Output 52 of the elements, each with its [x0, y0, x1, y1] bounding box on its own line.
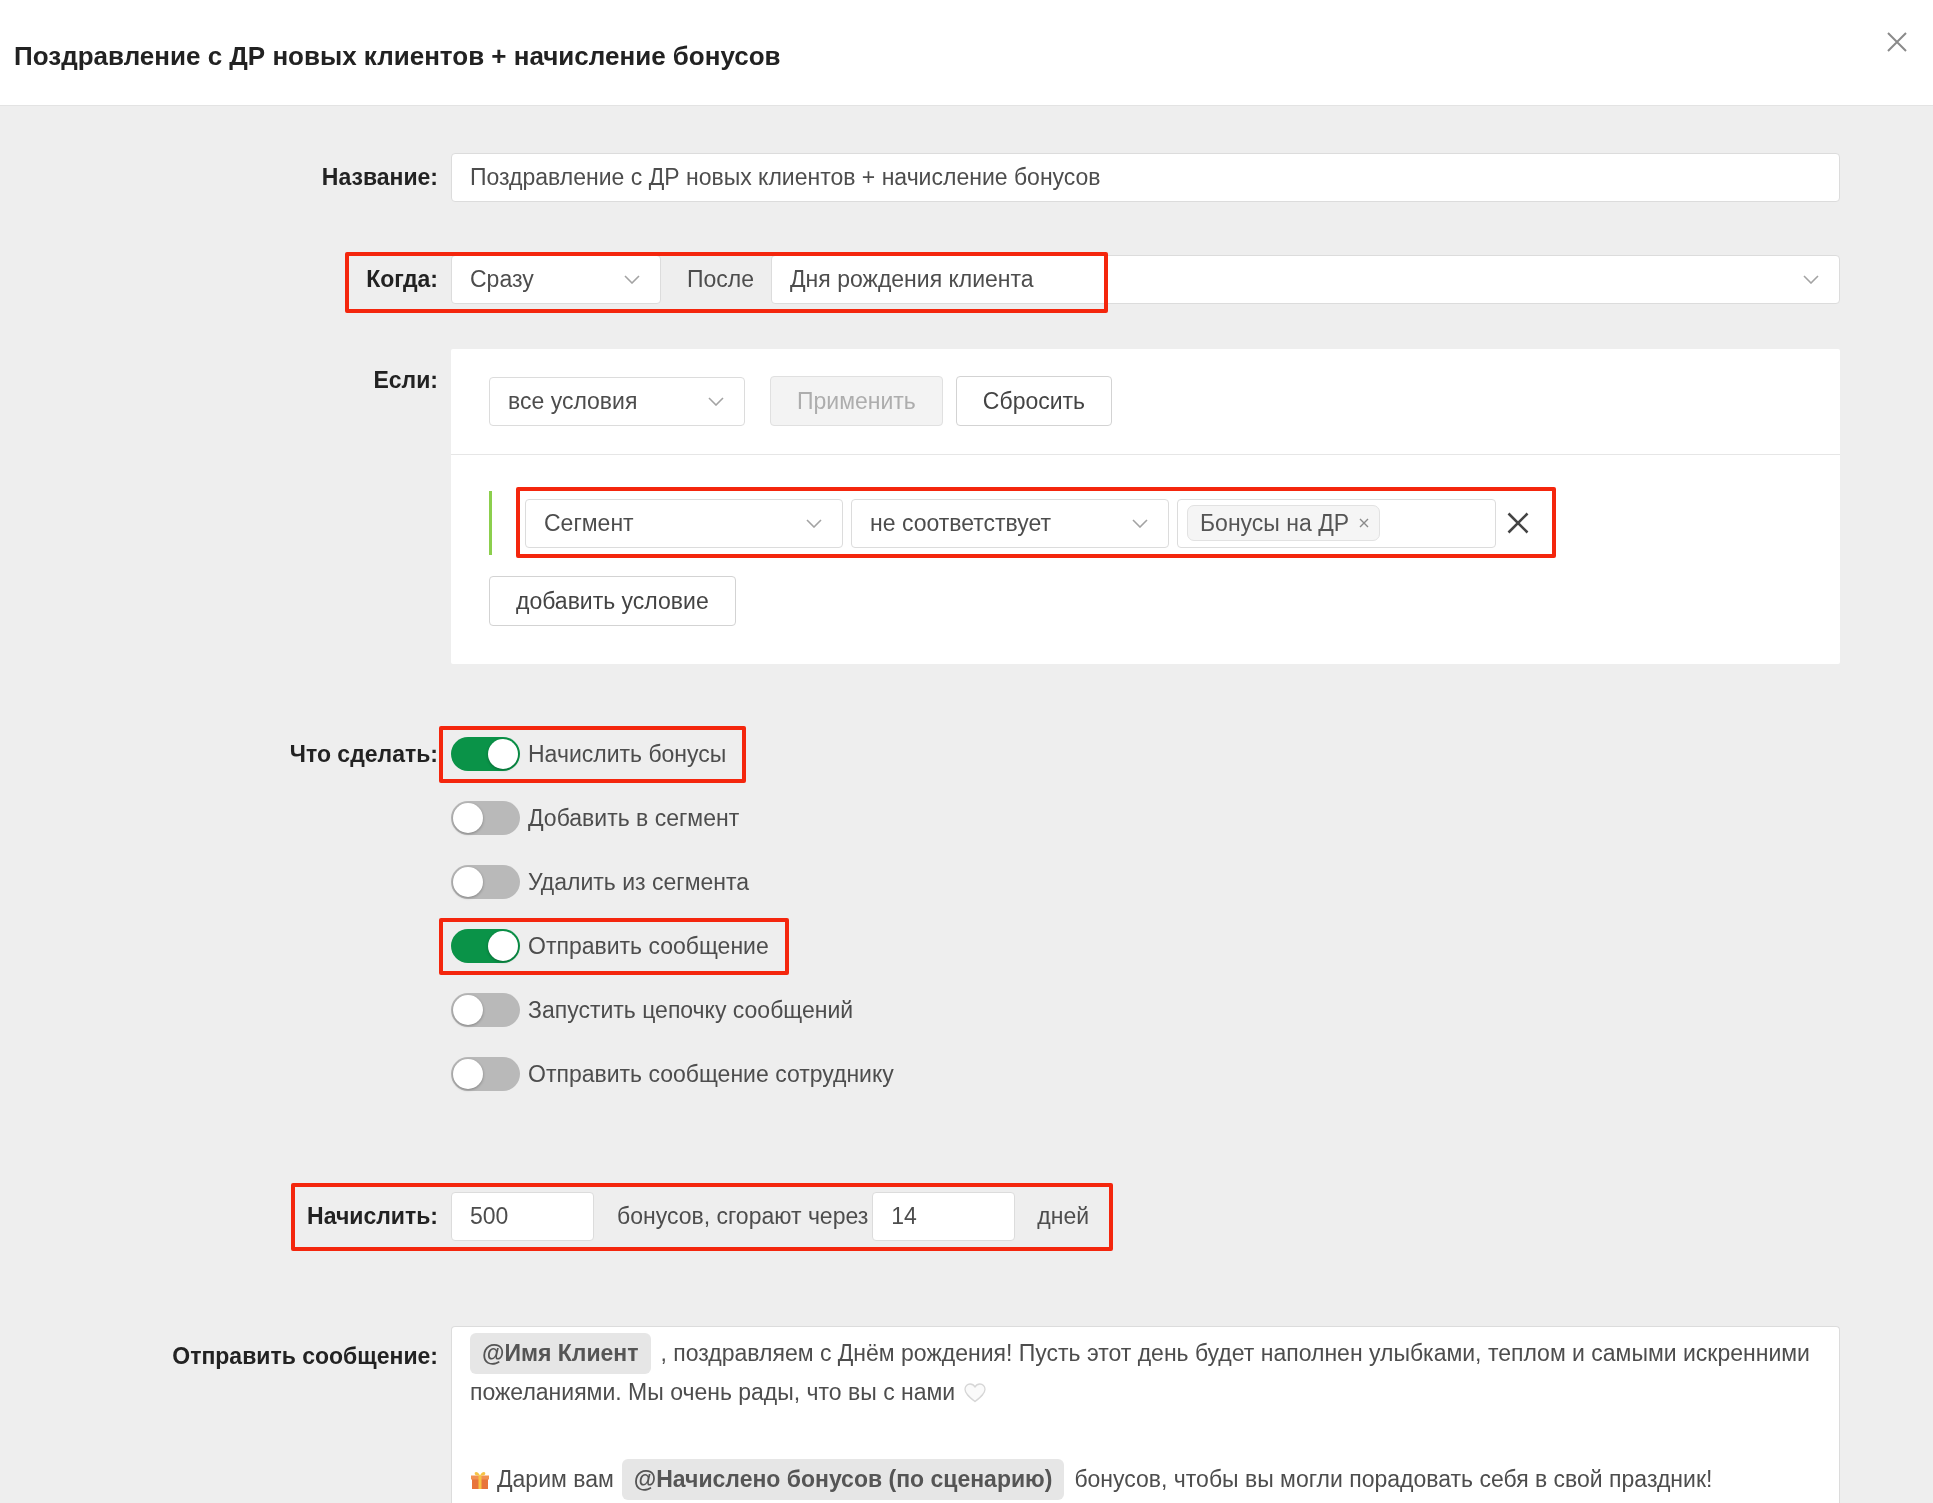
dialog-title: Поздравление с ДР новых клиентов + начисление бонусов	[14, 41, 781, 72]
field-label: Если:	[372, 367, 438, 394]
event-dropdown[interactable]: Дня рождения клиента	[771, 255, 1840, 304]
toggle-switch[interactable]	[451, 993, 520, 1027]
connector-label: После	[686, 266, 756, 293]
toggle-switch[interactable]	[451, 865, 520, 899]
field-label: Что сделать:	[288, 740, 438, 769]
heart-icon	[964, 1383, 987, 1403]
toggle-label: Запустить цепочку сообщений	[528, 996, 854, 1024]
rule-accent-bar	[489, 491, 492, 555]
message-text: , поздравляем с Днём рождения! Пусть этот день будет наполнен улыбками, теплом и самыми искренними	[660, 1340, 1810, 1366]
chevron-down-icon	[806, 518, 822, 528]
field-label: Когда:	[365, 266, 438, 293]
reset-button[interactable]: Сбросить	[955, 376, 1113, 426]
variable-chip: @Начислено бонусов (по сценарию)	[621, 1459, 1065, 1500]
timing-dropdown[interactable]: Сразу	[451, 255, 661, 304]
close-icon[interactable]	[1887, 32, 1907, 52]
days-unit-label: дней	[1037, 1203, 1090, 1230]
toggle-label: Отправить сообщение	[528, 932, 769, 960]
toggle-label: Начислить бонусы	[528, 740, 727, 768]
days-input-field[interactable]: 14	[872, 1192, 1016, 1241]
toggle-switch[interactable]	[451, 737, 520, 771]
field-dropdown[interactable]: Сегмент	[525, 498, 843, 548]
remove-icon	[1359, 518, 1370, 528]
tag-chip[interactable]: Бонусы на ДР	[1187, 505, 1381, 541]
match-dropdown[interactable]: все условия	[489, 376, 745, 426]
chevron-down-icon	[1803, 275, 1819, 284]
message-text: Дарим вам	[497, 1466, 614, 1492]
message-text: пожеланиями. Мы очень рады, что вы с нами	[470, 1379, 956, 1405]
amount-input-field[interactable]: 500	[451, 1192, 594, 1241]
field-label: Название:	[320, 164, 438, 191]
toggle-switch[interactable]	[451, 801, 520, 835]
message-text: бонусов, чтобы вы могли порадовать себя в свой праздник!	[1074, 1466, 1713, 1492]
toggle-switch[interactable]	[451, 1057, 520, 1091]
toggle-label: Удалить из сегмента	[528, 868, 750, 896]
chevron-down-icon	[1132, 518, 1148, 528]
add-condition-button[interactable]: добавить условие	[489, 576, 736, 626]
tag-input-field[interactable]: Бонусы на ДР	[1177, 498, 1496, 548]
name-input-field[interactable]: Поздравление с ДР новых клиентов + начисление бонусов	[451, 153, 1840, 202]
field-label: Отправить сообщение:	[171, 1343, 438, 1370]
chevron-down-icon	[624, 275, 640, 284]
gift-icon	[470, 1470, 490, 1490]
bonus-expiry-text: бонусов, сгорают через	[617, 1203, 869, 1230]
message-field[interactable]	[451, 1326, 1840, 1503]
variable-chip: @Имя Клиент	[470, 1333, 651, 1374]
toggle-label: Добавить в сегмент	[528, 804, 740, 832]
toggle-switch[interactable]	[451, 929, 520, 963]
delete-icon[interactable]	[1507, 512, 1529, 534]
field-label: Начислить:	[306, 1203, 438, 1230]
chevron-down-icon	[708, 396, 724, 406]
toggle-label: Отправить сообщение сотруднику	[528, 1060, 894, 1088]
operator-dropdown[interactable]: не соответствует	[851, 498, 1169, 548]
